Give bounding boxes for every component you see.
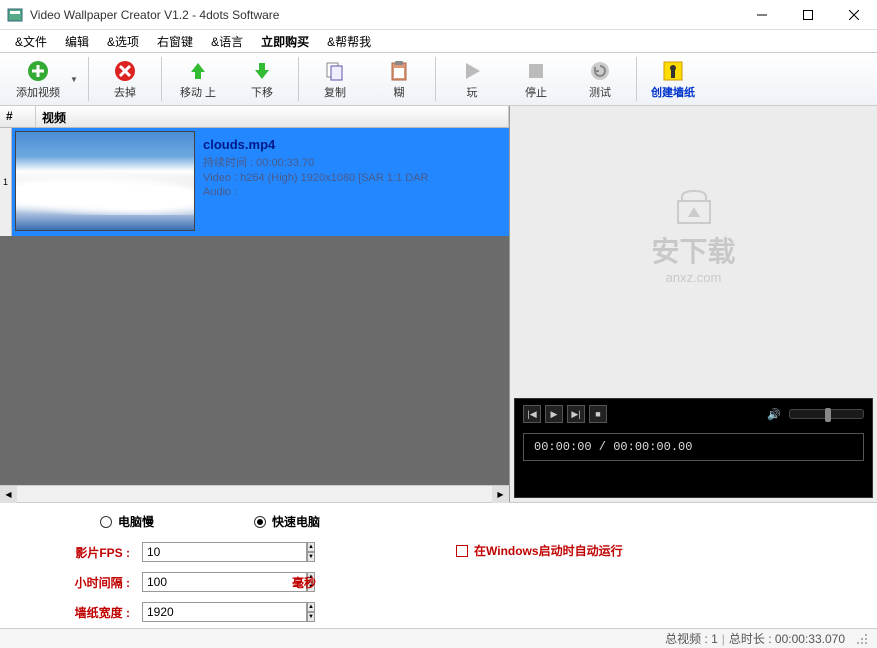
fps-input[interactable]: ▲▼ [142,542,272,562]
width-input[interactable]: ▲▼ [142,602,272,622]
stop-label: 停止 [525,84,547,100]
row-index: 1 [0,128,12,236]
maximize-button[interactable] [785,0,831,29]
video-duration: 持续时间 : 00:00:33.70 [203,154,428,170]
media-player: |◀ ▶ ▶| ■ 🔊 00:00:00 / 00:00:00.00 [514,398,873,498]
play-label: 玩 [467,84,478,100]
movedown-button[interactable]: 下移 [230,54,294,104]
player-play-button[interactable]: ▶ [545,405,563,423]
video-info: clouds.mp4 持续时间 : 00:00:33.70 Video : h2… [203,131,428,233]
video-codec: Video : h264 (High) 1920x1080 [SAR 1:1 D… [203,172,428,184]
close-button[interactable] [831,0,877,29]
radio-slow-pc[interactable]: 电脑慢 [100,513,154,530]
spin-up-icon[interactable]: ▲ [307,542,315,552]
toolbar: 添加视频 ▼ 去掉 移动 上 下移 复制 糊 玩 停止 测试 创建墙纸 [0,52,877,106]
watermark: 安下载 anxz.com [651,187,735,285]
scroll-left-icon[interactable]: ◀ [0,486,17,503]
titlebar: Video Wallpaper Creator V1.2 - 4dots Sof… [0,0,877,30]
create-label: 创建墙纸 [651,84,695,100]
menu-edit[interactable]: 编辑 [56,31,98,52]
video-thumbnail [15,131,195,231]
add-dropdown[interactable]: ▼ [70,75,84,84]
copy-button[interactable]: 复制 [303,54,367,104]
player-next-button[interactable]: ▶| [567,405,585,423]
menu-file[interactable]: &文件 [6,31,56,52]
video-list-pane: # 视频 1 clouds.mp4 持续时间 : 00:00:33.70 Vid… [0,106,510,502]
app-icon [7,7,23,23]
radio-icon [100,516,112,528]
stop-button[interactable]: 停止 [504,54,568,104]
test-label: 测试 [589,84,611,100]
preview-area: 安下载 anxz.com [510,106,877,394]
col-video[interactable]: 视频 [36,106,509,127]
width-label: 墙纸宽度 : [40,604,130,621]
autostart-checkbox[interactable]: 在Windows启动时自动运行 [456,542,623,559]
moveup-button[interactable]: 移动 上 [166,54,230,104]
col-index[interactable]: # [0,106,36,127]
scroll-right-icon[interactable]: ▶ [492,486,509,503]
copy-label: 复制 [324,84,346,100]
resize-grip-icon[interactable] [855,632,869,646]
interval-input[interactable]: ▲▼ [142,572,272,592]
play-icon [460,59,484,83]
remove-icon [113,59,137,83]
player-stop-button[interactable]: ■ [589,405,607,423]
test-icon [588,59,612,83]
table-header: # 视频 [0,106,509,128]
stop-icon [524,59,548,83]
preview-pane: 安下载 anxz.com |◀ ▶ ▶| ■ 🔊 00:00:00 / 00:0… [510,106,877,502]
volume-slider[interactable] [789,409,864,419]
interval-label: 小时间隔 : [40,574,130,591]
spin-up-icon[interactable]: ▲ [307,602,315,612]
menubar: &文件 编辑 &选项 右窗键 &语言 立即购买 &帮帮我 [0,30,877,52]
paste-label: 糊 [394,84,405,100]
horizontal-scrollbar[interactable]: ◀ ▶ [0,485,509,502]
down-icon [250,59,274,83]
video-list[interactable]: 1 clouds.mp4 持续时间 : 00:00:33.70 Video : … [0,128,509,485]
interval-unit: 毫秒 [292,574,316,591]
settings-panel: 电脑慢 快速电脑 影片FPS : ▲▼ 小时间隔 : ▲▼ 毫秒 [0,502,877,628]
fps-label: 影片FPS : [40,544,130,561]
menu-context[interactable]: 右窗键 [148,31,202,52]
minimize-button[interactable] [739,0,785,29]
remove-label: 去掉 [114,84,136,100]
player-prev-button[interactable]: |◀ [523,405,541,423]
menu-language[interactable]: &语言 [202,31,252,52]
moveup-label: 移动 上 [180,84,216,100]
create-icon [661,59,685,83]
volume-icon[interactable]: 🔊 [767,408,781,421]
radio-fast-pc[interactable]: 快速电脑 [254,513,320,530]
spin-down-icon[interactable]: ▼ [307,612,315,622]
test-button[interactable]: 测试 [568,54,632,104]
menu-help[interactable]: &帮帮我 [318,31,380,52]
add-icon [26,59,50,83]
up-icon [186,59,210,83]
add-label: 添加视频 [16,84,60,100]
checkbox-icon [456,545,468,557]
video-audio: Audio : [203,186,428,198]
main-area: # 视频 1 clouds.mp4 持续时间 : 00:00:33.70 Vid… [0,106,877,502]
spin-down-icon[interactable]: ▼ [307,552,315,562]
menu-options[interactable]: &选项 [98,31,148,52]
paste-button[interactable]: 糊 [367,54,431,104]
movedown-label: 下移 [251,84,273,100]
radio-icon [254,516,266,528]
menu-buy[interactable]: 立即购买 [252,31,318,52]
add-video-button[interactable]: 添加视频 [6,54,70,104]
remove-button[interactable]: 去掉 [93,54,157,104]
window-title: Video Wallpaper Creator V1.2 - 4dots Sof… [30,8,739,22]
video-filename: clouds.mp4 [203,137,428,152]
status-video-count: 总视频 : 1 [665,630,718,647]
play-button[interactable]: 玩 [440,54,504,104]
paste-icon [387,59,411,83]
statusbar: 总视频 : 1 | 总时长 : 00:00:33.070 [0,628,877,648]
video-row[interactable]: 1 clouds.mp4 持续时间 : 00:00:33.70 Video : … [0,128,509,236]
create-wallpaper-button[interactable]: 创建墙纸 [641,54,705,104]
status-total-duration: 总时长 : 00:00:33.070 [729,630,845,647]
player-time: 00:00:00 / 00:00:00.00 [523,433,864,461]
copy-icon [323,59,347,83]
